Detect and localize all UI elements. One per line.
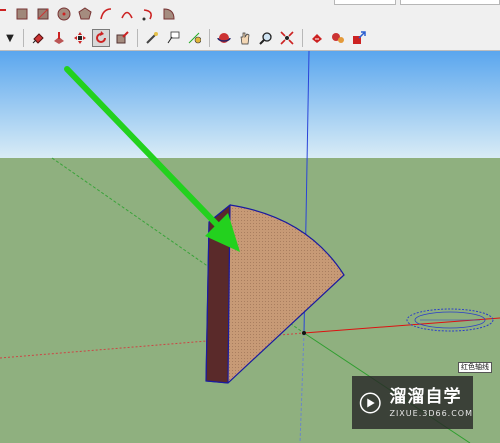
sky [0,51,500,158]
zoom-extents-icon[interactable] [278,29,296,47]
text-icon[interactable] [164,29,182,47]
toolbar-separator [23,29,24,47]
toolbar-panel [400,0,500,5]
draw-toolbar-row [0,2,181,26]
move-icon[interactable] [71,29,89,47]
rotated-rectangle-icon[interactable] [34,5,52,23]
tape-measure-icon[interactable] [143,29,161,47]
pie-icon[interactable] [160,5,178,23]
toolbar-separator [302,29,303,47]
chevron-down-icon: ▼ [6,32,14,44]
zoom-icon[interactable] [257,29,275,47]
toolbar: ▼ [0,0,500,51]
scale-icon[interactable] [113,29,131,47]
orbit-icon[interactable] [215,29,233,47]
watermark-text: 溜溜自学 ZIXUE.3D66.COM [389,387,473,418]
toolbar-panel [334,0,396,5]
rotate-icon[interactable] [92,29,110,47]
pan-icon[interactable] [236,29,254,47]
offset-icon[interactable] [0,5,10,23]
rectangle-icon[interactable] [13,5,31,23]
toolbar-separator [137,29,138,47]
circle-icon[interactable] [55,5,73,23]
three-point-arc-icon[interactable] [139,5,157,23]
play-logo-icon [359,392,381,413]
two-point-arc-icon[interactable] [118,5,136,23]
dimension-icon[interactable] [185,29,203,47]
watermark: 溜溜自学 ZIXUE.3D66.COM [352,376,473,429]
extension-icon[interactable] [329,29,347,47]
edit-toolbar-row: ▼ [0,26,371,50]
paint-bucket-icon[interactable] [29,29,47,47]
watermark-title: 溜溜自学 [389,387,462,407]
red-axis-tooltip: 红色轴线 [458,362,492,373]
polygon-icon[interactable] [76,5,94,23]
share-model-icon[interactable] [350,29,368,47]
arc-icon[interactable] [97,5,115,23]
toolbar-separator [209,29,210,47]
toolbar-dropdown[interactable]: ▼ [0,29,20,47]
watermark-url: ZIXUE.3D66.COM [389,409,473,418]
origin-point [302,331,306,335]
push-pull-icon[interactable] [50,29,68,47]
warehouse-icon[interactable] [308,29,326,47]
